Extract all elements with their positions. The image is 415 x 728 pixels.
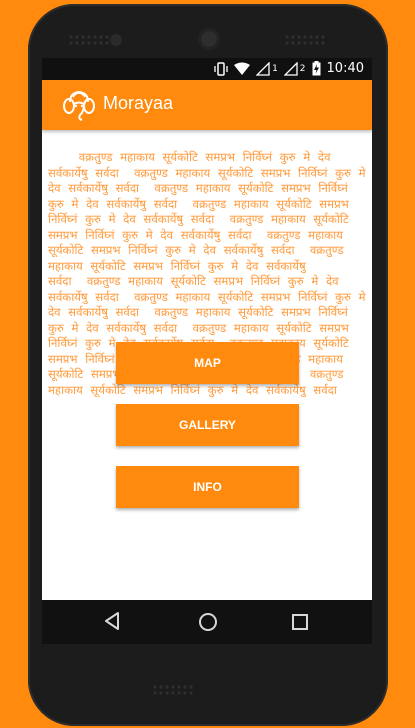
map-button[interactable]: MAP [116, 342, 299, 384]
earpiece-grill [284, 34, 326, 46]
sim2-label: 2 [299, 63, 306, 74]
status-time: 10:40 [326, 61, 364, 76]
earpiece-grill-left [68, 34, 110, 46]
status-icons: 1 2 10:40 [214, 61, 364, 76]
screen: 1 2 10:40 Morayaa वक्रतुण्ड महाकाय सूर्य… [42, 58, 372, 600]
vibrate-icon [214, 61, 228, 76]
sim1-label: 1 [272, 63, 278, 74]
app-title: Morayaa [103, 93, 174, 113]
info-button[interactable]: INFO [116, 466, 299, 508]
signal-icon [256, 61, 270, 76]
signal-icon-2 [283, 61, 298, 76]
back-icon[interactable] [104, 612, 120, 630]
recents-icon[interactable] [292, 614, 308, 630]
app-bar: Morayaa [42, 80, 372, 130]
wifi-icon [234, 62, 251, 75]
ganesha-icon [63, 90, 95, 121]
navigation-bar [42, 600, 372, 644]
front-camera [198, 28, 220, 50]
gallery-button[interactable]: GALLERY [116, 404, 299, 446]
home-icon[interactable] [199, 613, 217, 631]
content-area: वक्रतुण्ड महाकाय सूर्यकोटि समप्रभ निर्वि… [42, 150, 372, 600]
bottom-speaker [152, 684, 194, 696]
battery-charging-icon [312, 61, 321, 76]
proximity-sensor [110, 34, 122, 46]
status-bar: 1 2 10:40 [42, 58, 372, 80]
